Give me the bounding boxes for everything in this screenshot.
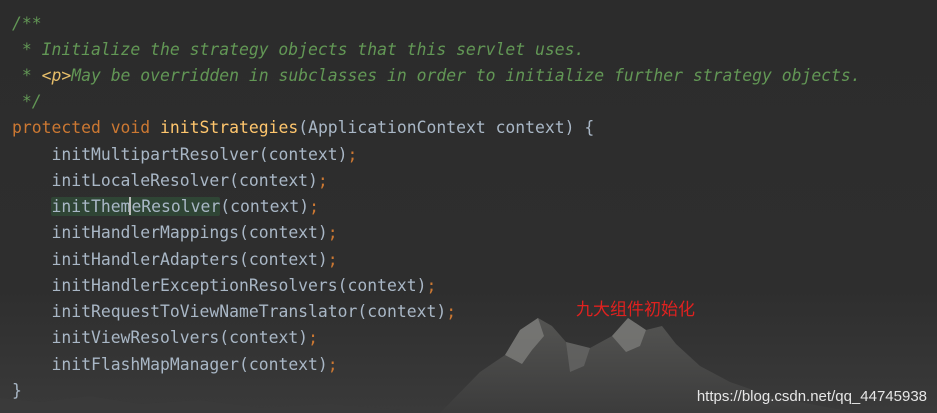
method-signature-line: protected void initStrategies(Applicatio… xyxy=(12,115,594,141)
call-text: initHandlerAdapters(context) xyxy=(51,250,328,269)
doc-comment-line-1: * Initialize the strategy objects that t… xyxy=(12,40,585,59)
method-params: (ApplicationContext context) { xyxy=(298,118,595,137)
call-line-2: initLocaleResolver(context); xyxy=(12,168,328,194)
modifier-keyword: protected xyxy=(12,118,101,137)
csdn-watermark: https://blog.csdn.net/qq_44745938 xyxy=(696,388,927,405)
call-line-5: initHandlerAdapters(context); xyxy=(12,247,338,273)
semicolon: ; xyxy=(327,250,338,269)
identifier-after-caret: eResolver xyxy=(131,197,221,216)
call-text: initMultipartResolver(context) xyxy=(51,145,348,164)
highlighted-identifier: initThemeResolver xyxy=(51,197,221,216)
semicolon: ; xyxy=(317,171,328,190)
code-editor[interactable]: /** * Initialize the strategy objects th… xyxy=(0,0,937,413)
call-line-9: initFlashMapManager(context); xyxy=(12,352,338,378)
semicolon: ; xyxy=(327,355,338,374)
call-text: initRequestToViewNameTranslator(context) xyxy=(51,302,447,321)
doc-comment-open: /** xyxy=(12,14,42,33)
call-text: initFlashMapManager(context) xyxy=(51,355,328,374)
call-args: (context) xyxy=(220,197,310,216)
closing-brace: } xyxy=(12,381,22,400)
call-text: initHandlerExceptionResolvers(context) xyxy=(51,276,427,295)
call-line-4: initHandlerMappings(context); xyxy=(12,220,338,246)
doc-comment-close: */ xyxy=(12,92,42,111)
html-paragraph-tag: <p> xyxy=(41,66,72,85)
call-line-8: initViewResolvers(context); xyxy=(12,325,318,351)
call-line-1: initMultipartResolver(context); xyxy=(12,142,357,168)
semicolon: ; xyxy=(347,145,358,164)
call-line-7: initRequestToViewNameTranslator(context)… xyxy=(12,299,456,325)
semicolon: ; xyxy=(446,302,457,321)
call-line-6: initHandlerExceptionResolvers(context); xyxy=(12,273,436,299)
return-type-keyword: void xyxy=(110,118,151,137)
doc-comment-text: May be overridden in subclasses in order… xyxy=(71,66,861,85)
doc-comment-line-2: * <p>May be overridden in subclasses in … xyxy=(12,63,861,89)
method-name: initStrategies xyxy=(160,118,299,137)
semicolon: ; xyxy=(309,197,319,216)
semicolon: ; xyxy=(308,328,318,347)
doc-comment-prefix: * xyxy=(12,66,42,85)
identifier-before-caret: initThem xyxy=(51,197,131,216)
call-text: initViewResolvers(context) xyxy=(51,328,309,347)
semicolon: ; xyxy=(426,276,437,295)
call-text: initHandlerMappings(context) xyxy=(51,223,328,242)
call-line-3-cursor: initThemeResolver(context); xyxy=(12,194,319,220)
call-text: initLocaleResolver(context) xyxy=(51,171,318,190)
red-annotation-label: 九大组件初始化 xyxy=(576,300,695,320)
semicolon: ; xyxy=(327,223,338,242)
